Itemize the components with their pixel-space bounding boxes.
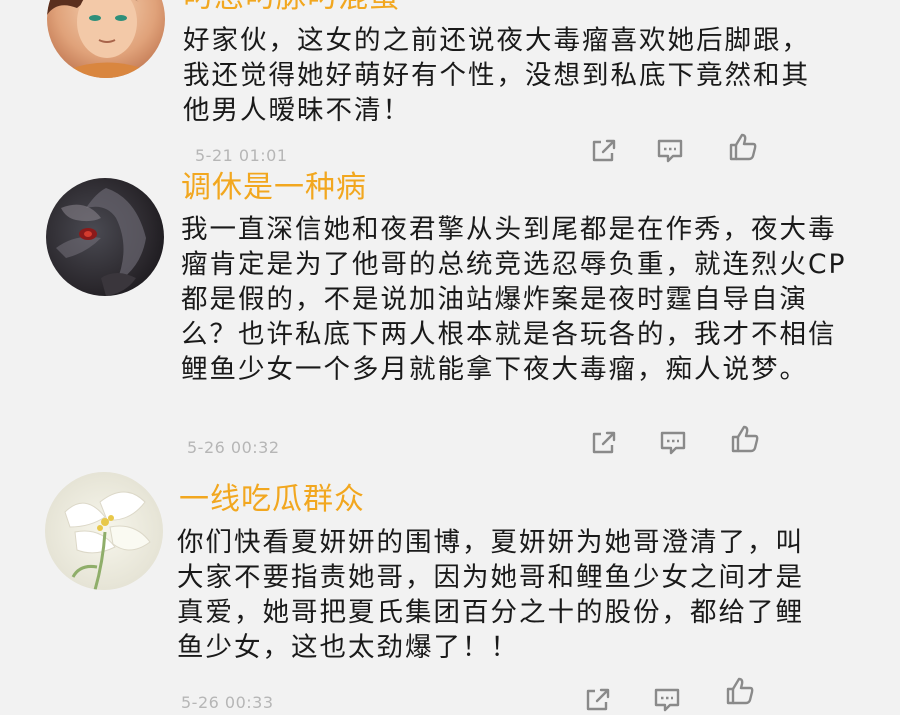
share-button[interactable]: [581, 685, 615, 715]
comment-username[interactable]: 调休是一种病: [181, 170, 367, 206]
like-button[interactable]: [726, 132, 760, 162]
comment-username[interactable]: 叼您叼脉叼混蛋: [183, 0, 400, 16]
avatar[interactable]: [45, 472, 163, 590]
comment-timestamp: 5-26 00:32: [187, 438, 280, 457]
thumbs-up-icon: [731, 425, 759, 453]
like-button[interactable]: [728, 424, 762, 454]
thumbs-up-icon: [729, 133, 757, 161]
comment-item: 叼您叼脉叼混蛋 好家伙，这女的之前还说夜大毒瘤喜欢她后脚跟，我还觉得她好萌好有个…: [0, 0, 900, 170]
reply-icon: [657, 139, 683, 163]
comment-text: 我一直深信她和夜君擎从头到尾都是在作秀，夜大毒瘤肯定是为了他哥的总统竞选忍辱负重…: [181, 214, 847, 385]
comment-timestamp: 5-21 01:01: [195, 146, 288, 165]
reply-icon: [660, 431, 686, 455]
comment-item: 一线吃瓜群众 你们快看夏妍妍的围博，夏妍妍为她哥澄清了，叫大家不要指责她哥，因为…: [0, 470, 900, 712]
reply-button[interactable]: [656, 428, 690, 458]
reply-icon: [654, 688, 680, 712]
share-icon: [586, 688, 610, 711]
share-icon: [592, 139, 616, 162]
share-button[interactable]: [587, 136, 621, 166]
avatar[interactable]: [46, 178, 164, 296]
avatar[interactable]: [47, 0, 165, 78]
reply-button[interactable]: [653, 136, 687, 166]
reply-button[interactable]: [650, 685, 684, 715]
comment-item: 调休是一种病 我一直深信她和夜君擎从头到尾都是在作秀，夜大毒瘤肯定是为了他哥的总…: [0, 170, 900, 470]
share-icon: [592, 431, 616, 454]
comment-timestamp: 5-26 00:33: [181, 693, 274, 712]
comment-text: 好家伙，这女的之前还说夜大毒瘤喜欢她后脚跟，我还觉得她好萌好有个性，没想到私底下…: [183, 25, 810, 126]
share-button[interactable]: [587, 428, 621, 458]
comment-text: 你们快看夏妍妍的围博，夏妍妍为她哥澄清了，叫大家不要指责她哥，因为她哥和鲤鱼少女…: [177, 527, 804, 663]
comment-username[interactable]: 一线吃瓜群众: [179, 482, 365, 518]
